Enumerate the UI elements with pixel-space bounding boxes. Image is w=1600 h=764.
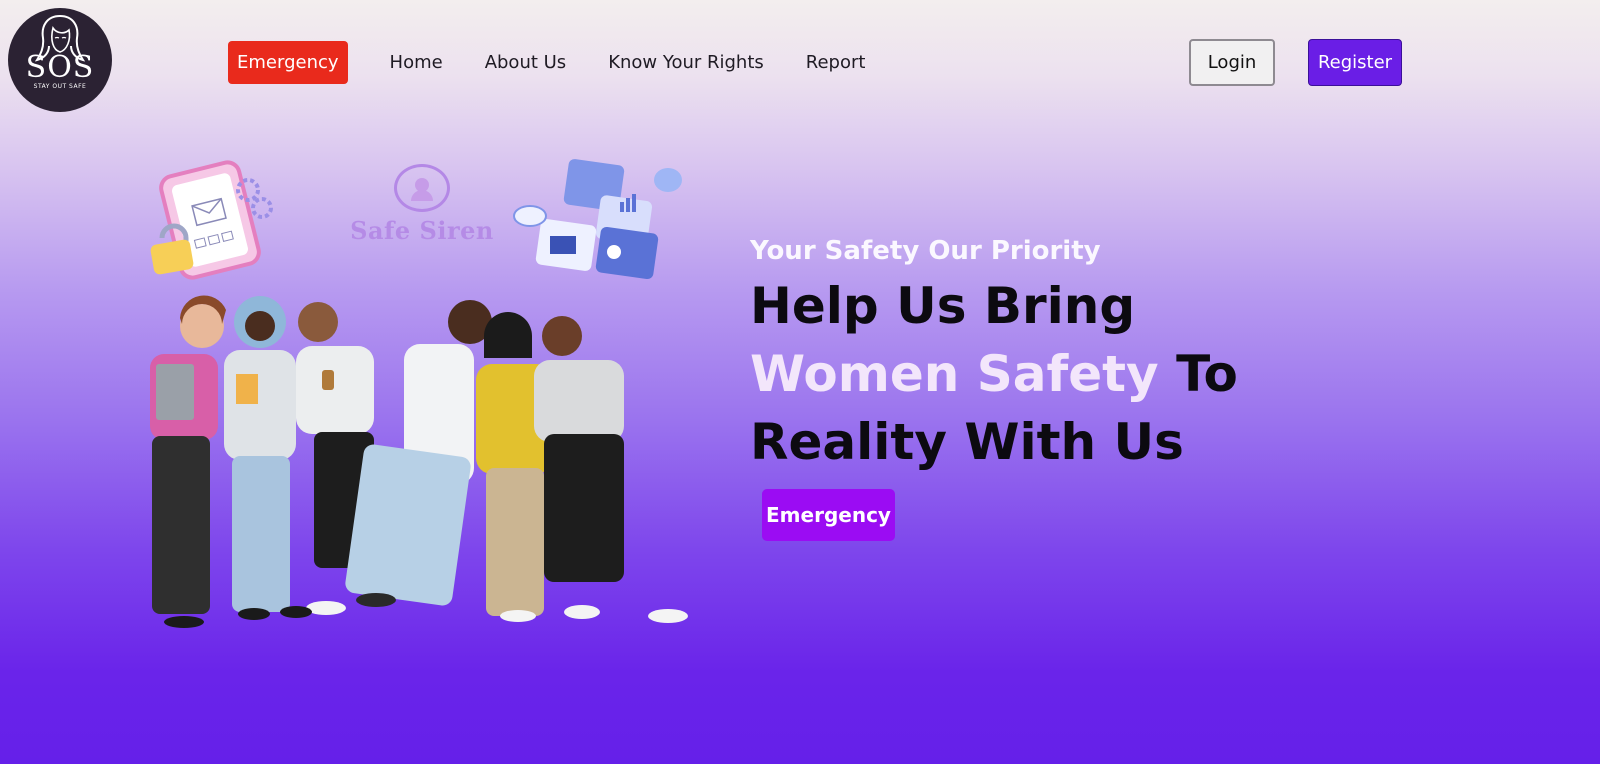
nav-emergency-button[interactable]: Emergency xyxy=(228,40,348,84)
register-button[interactable]: Register xyxy=(1308,39,1402,86)
chat-bubble-icon xyxy=(513,205,547,227)
main-nav: Emergency Home About Us Know Your Rights… xyxy=(228,40,865,84)
logo-title: SOS xyxy=(25,50,95,85)
puzzle-icon xyxy=(535,159,659,280)
hero-emergency-button[interactable]: Emergency xyxy=(762,489,895,541)
nav-link-know-your-rights[interactable]: Know Your Rights xyxy=(608,52,764,73)
headline-line3: Reality With Us xyxy=(750,413,1184,471)
woman-face-icon xyxy=(394,164,450,212)
nav-link-home[interactable]: Home xyxy=(390,52,443,73)
nav-link-about-us[interactable]: About Us xyxy=(485,52,567,73)
safe-siren-brand: Safe Siren xyxy=(334,164,510,245)
site-logo[interactable]: SOS STAY OUT SAFE xyxy=(8,8,112,112)
login-button[interactable]: Login xyxy=(1189,39,1275,86)
headline-highlight: Women Safety xyxy=(750,345,1159,403)
nav-link-report[interactable]: Report xyxy=(806,52,866,73)
logo-subtitle: STAY OUT SAFE xyxy=(33,83,87,90)
headline-line2-rest: To xyxy=(1158,345,1238,403)
people-group xyxy=(150,295,688,628)
brand-name: Safe Siren xyxy=(350,216,494,245)
hero-tagline: Your Safety Our Priority xyxy=(750,236,1101,266)
hero-headline: Help Us Bring Women Safety To Reality Wi… xyxy=(750,272,1470,476)
headline-line1: Help Us Bring xyxy=(750,277,1136,335)
location-pin-icon xyxy=(654,168,682,192)
